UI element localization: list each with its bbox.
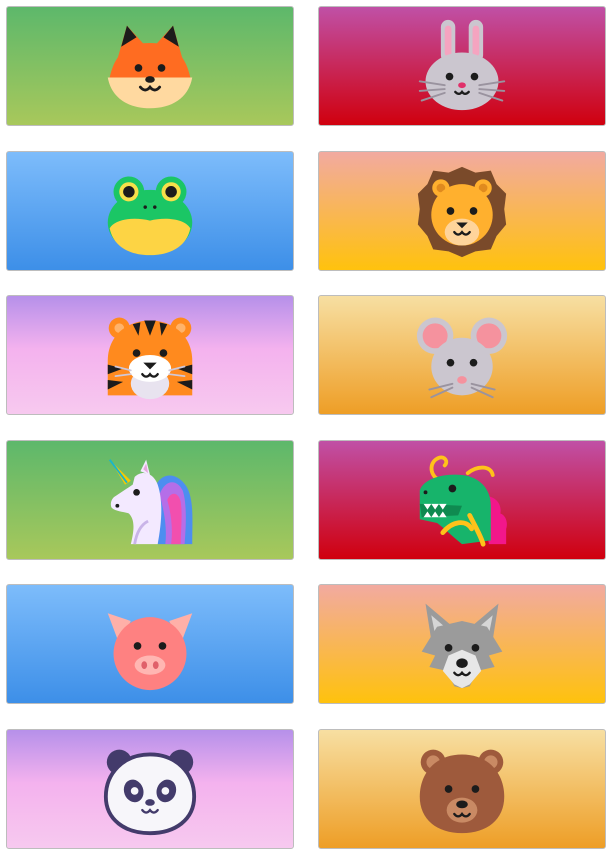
card-frog[interactable] <box>6 151 294 271</box>
unicorn-icon <box>108 459 193 545</box>
dragon-icon <box>419 455 507 547</box>
tiger-icon <box>107 317 193 400</box>
card-pig[interactable] <box>6 584 294 704</box>
card-unicorn[interactable] <box>6 440 294 560</box>
pig-icon <box>107 613 193 691</box>
card-panda[interactable] <box>6 729 294 849</box>
mouse-icon <box>416 317 508 399</box>
card-tiger[interactable] <box>6 295 294 415</box>
card-wolf[interactable] <box>318 584 606 704</box>
card-lion[interactable] <box>318 151 606 271</box>
wolf-icon <box>421 603 503 689</box>
card-mouse[interactable] <box>318 295 606 415</box>
lion-icon <box>417 166 507 258</box>
rabbit-icon <box>418 19 506 111</box>
fox-icon <box>107 25 193 109</box>
frog-icon <box>107 176 193 256</box>
card-rabbit[interactable] <box>318 6 606 126</box>
panda-icon <box>103 749 197 836</box>
card-dragon[interactable] <box>318 440 606 560</box>
card-bear[interactable] <box>318 729 606 849</box>
card-fox[interactable] <box>6 6 294 126</box>
bear-icon <box>419 749 505 834</box>
